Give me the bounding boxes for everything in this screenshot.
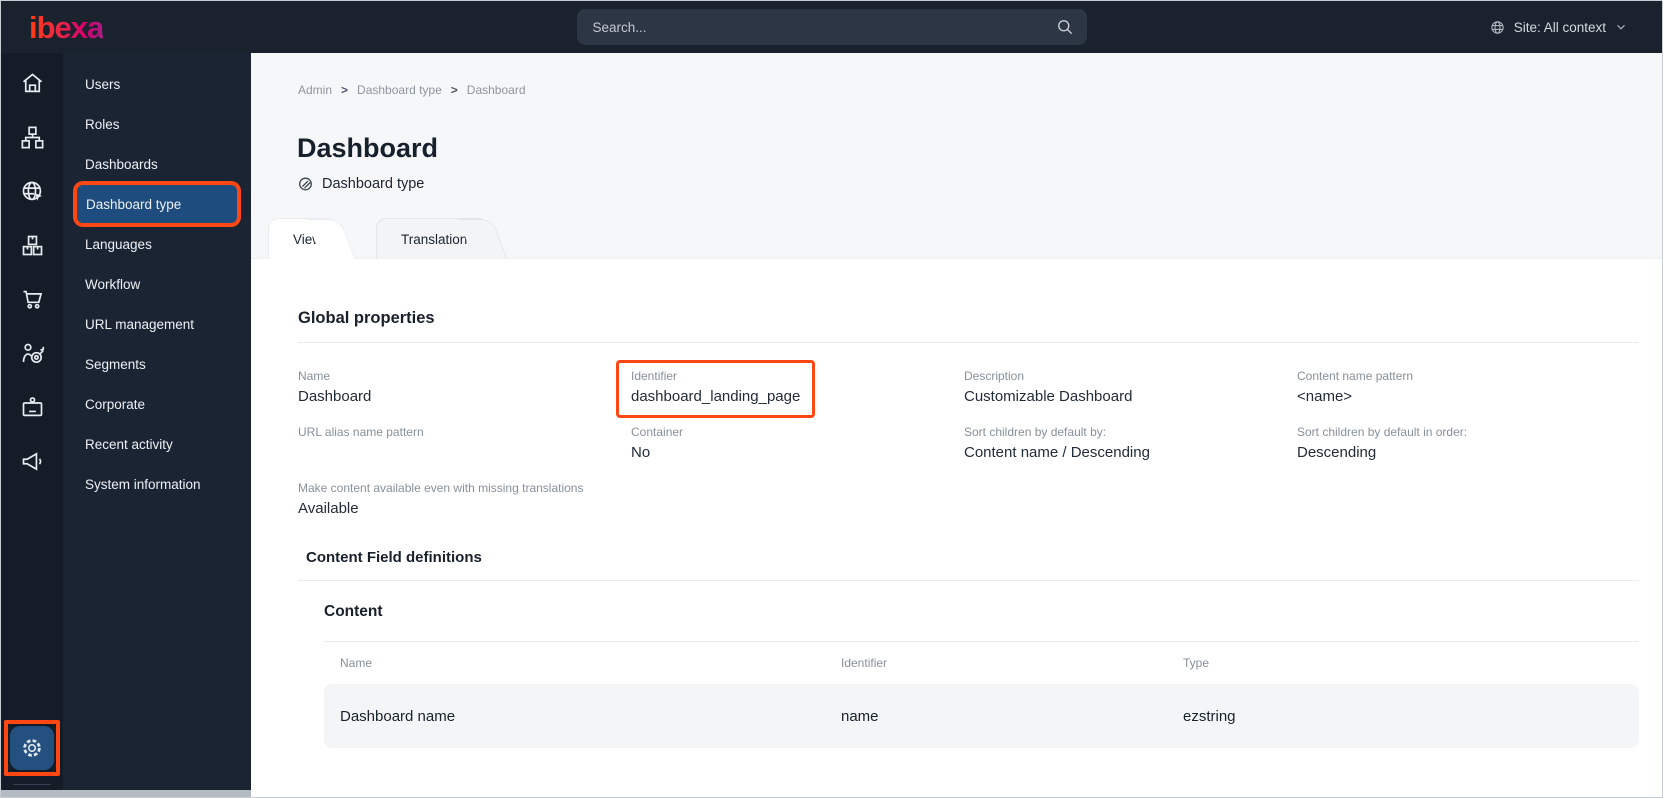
breadcrumb-separator: > xyxy=(341,83,349,97)
sidebar-item-recent-activity[interactable]: Recent activity xyxy=(63,424,251,464)
sidebar-item-segments[interactable]: Segments xyxy=(63,344,251,384)
field-label: Sort children by default by: xyxy=(964,425,1107,439)
field-value: Descending xyxy=(1297,444,1377,461)
field-content-name-pattern: Content name pattern <name> xyxy=(1297,369,1630,409)
field-label: Content name pattern xyxy=(1297,369,1414,383)
settings-gear-icon[interactable] xyxy=(10,726,54,770)
sidebar-item-dashboard-type[interactable]: Dashboard type xyxy=(77,185,237,223)
search-input[interactable] xyxy=(592,19,1055,35)
content-field-definitions-heading: Content Field definitions xyxy=(306,549,482,566)
breadcrumb-admin[interactable]: Admin xyxy=(298,83,332,97)
cell-field-name: Dashboard name xyxy=(340,707,456,725)
field-group-content-heading: Content xyxy=(324,603,383,620)
content-type-icon xyxy=(298,176,314,192)
page-subtitle: Dashboard type xyxy=(298,176,1662,192)
field-definitions-table: Name Identifier Type Dashboard name name… xyxy=(324,641,1639,748)
tab-edge xyxy=(306,219,356,259)
page-title: Dashboard xyxy=(297,133,439,163)
field-label: URL alias name pattern xyxy=(298,425,424,439)
icon-rail xyxy=(1,53,63,797)
sidebar-item-languages[interactable]: Languages xyxy=(63,224,251,264)
field-label: Description xyxy=(964,369,1025,383)
tab-view[interactable]: View xyxy=(268,218,356,259)
field-value: No xyxy=(631,444,651,461)
column-header-type: Type xyxy=(1183,656,1210,670)
top-bar: ibexa Site: All context xyxy=(1,1,1662,53)
column-header-identifier: Identifier xyxy=(841,656,888,670)
global-properties-heading: Global properties xyxy=(298,309,435,327)
field-container: Container No xyxy=(631,425,964,465)
sidebar-item-dashboards[interactable]: Dashboards xyxy=(63,144,251,184)
field-identifier annotation-box-identifier: Identifier dashboard_landing_page xyxy=(616,360,816,418)
field-missing-translations: Make content available even with missing… xyxy=(298,481,631,521)
search-icon[interactable] xyxy=(1055,17,1075,37)
page-subtitle-label: Dashboard type xyxy=(322,176,425,192)
tab-bar: View Translations xyxy=(268,218,1662,259)
chevron-down-icon xyxy=(1614,20,1628,34)
divider xyxy=(298,342,1639,343)
site-globe-icon[interactable] xyxy=(18,177,46,205)
cart-icon[interactable] xyxy=(18,285,46,313)
sidebar-item-system-information[interactable]: System information xyxy=(63,464,251,504)
personalization-target-icon[interactable] xyxy=(18,339,46,367)
breadcrumb-separator: > xyxy=(450,83,458,97)
field-value xyxy=(298,444,631,465)
global-search[interactable] xyxy=(576,9,1087,45)
field-name: Name Dashboard xyxy=(298,369,631,409)
field-value: <name> xyxy=(1297,388,1353,405)
sidebar-item-roles[interactable]: Roles xyxy=(63,104,251,144)
sidebar-item-url-management[interactable]: URL management xyxy=(63,304,251,344)
global-properties-grid: Name Dashboard Identifier dashboard_land… xyxy=(298,360,1639,521)
field-value: dashboard_landing_page xyxy=(631,388,801,405)
breadcrumb-dashboard: Dashboard xyxy=(466,83,526,97)
field-label: Identifier xyxy=(631,369,678,383)
table-row: Dashboard name name ezstring xyxy=(324,684,1639,748)
divider xyxy=(298,580,1639,581)
tab-edge xyxy=(458,219,508,259)
product-boxes-icon[interactable] xyxy=(18,231,46,259)
content-tree-icon[interactable] xyxy=(18,123,46,151)
annotation-box-settings xyxy=(4,720,60,776)
rail-divider xyxy=(13,784,51,785)
field-value: Available xyxy=(298,500,359,517)
field-label: Sort children by default in order: xyxy=(1297,425,1468,439)
field-label: Make content available even with missing… xyxy=(298,481,584,495)
sidebar-item-corporate[interactable]: Corporate xyxy=(63,384,251,424)
field-value: Dashboard xyxy=(298,388,372,405)
table-header-row: Name Identifier Type xyxy=(324,642,1639,684)
field-description: Description Customizable Dashboard xyxy=(964,369,1297,409)
sidebar-item-users[interactable]: Users xyxy=(63,64,251,104)
tab-translations[interactable]: Translations xyxy=(376,218,508,259)
sidebar-item-workflow[interactable]: Workflow xyxy=(63,264,251,304)
app-body: Users Roles Dashboards Dashboard type La… xyxy=(1,53,1662,797)
field-value: Content name / Descending xyxy=(964,444,1150,461)
main-content: Admin > Dashboard type > Dashboard Dashb… xyxy=(251,53,1662,797)
view-panel: Global properties Name Dashboard Identif… xyxy=(251,258,1662,797)
globe-icon xyxy=(1489,19,1506,36)
field-url-alias-name-pattern: URL alias name pattern xyxy=(298,425,631,465)
home-icon[interactable] xyxy=(18,69,46,97)
ibexa-admin-window: ibexa Site: All context xyxy=(0,0,1663,798)
field-sort-children-by: Sort children by default by: Content nam… xyxy=(964,425,1297,465)
breadcrumb-dashboard-type[interactable]: Dashboard type xyxy=(357,83,442,97)
admin-menu: Users Roles Dashboards Dashboard type La… xyxy=(63,53,251,797)
site-context-selector[interactable]: Site: All context xyxy=(1489,1,1628,53)
column-header-name: Name xyxy=(340,656,373,670)
field-sort-children-order: Sort children by default in order: Desce… xyxy=(1297,425,1630,465)
breadcrumb: Admin > Dashboard type > Dashboard xyxy=(298,83,1662,97)
corporate-badge-icon[interactable] xyxy=(18,393,46,421)
cell-field-type: ezstring xyxy=(1183,707,1236,725)
field-value: Customizable Dashboard xyxy=(964,388,1133,405)
field-label: Container xyxy=(631,425,684,439)
field-label: Name xyxy=(298,369,331,383)
site-context-label: Site: All context xyxy=(1513,19,1606,35)
cell-field-identifier: name xyxy=(841,707,879,725)
megaphone-icon[interactable] xyxy=(18,447,46,475)
ibexa-logo[interactable]: ibexa xyxy=(29,12,104,43)
